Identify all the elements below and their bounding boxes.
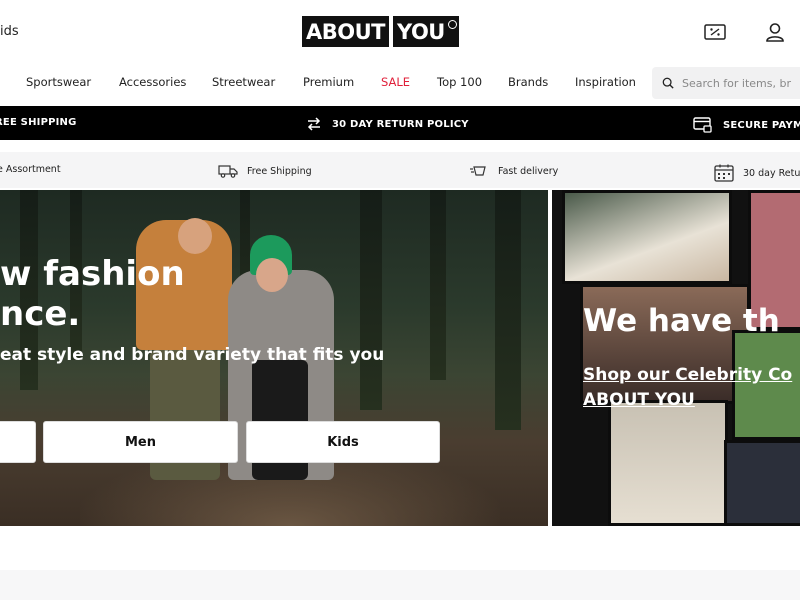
usp-bar: e Assortment Free Shipping Fast delivery… [0,152,800,188]
logo-about: ABOUT [302,16,389,47]
tree-trunk [430,190,446,380]
usp-assortment: e Assortment [0,164,61,175]
person-face [178,218,212,254]
user-icon[interactable] [761,18,789,46]
men-button[interactable]: Men [43,421,238,463]
hero-title: w fashion nce. [0,254,185,334]
celebrity-photo-tile [562,190,732,284]
site-header: ids ABOUT YOU [0,0,800,64]
search-input[interactable] [682,76,800,90]
hero-subtitle: eat style and brand variety that fits yo… [0,345,385,365]
nav-item-sale[interactable]: SALE [381,75,410,89]
tree-trunk [495,190,521,430]
celebrity-link[interactable]: Shop our Celebrity Co [583,365,792,385]
nav-item-accessories[interactable]: Accessories [119,75,186,89]
discount-icon[interactable] [701,18,729,46]
tree-trunk [360,190,382,410]
search-bar[interactable] [652,67,800,99]
next-section [0,570,800,600]
usp-fast-delivery: Fast delivery [469,164,558,178]
promo-secure-payment: SECURE PAYM [693,117,800,133]
celebrity-photo-tile [732,330,800,440]
secure-payment-icon [693,117,712,133]
delivery-truck-icon [218,165,238,178]
search-icon [662,77,674,89]
fast-delivery-icon [470,166,486,176]
promo-bar: FREE SHIPPING 30 DAY RETURN POLICY SECUR… [0,106,800,140]
promo-free-shipping: FREE SHIPPING [0,117,77,128]
celebrity-photo-tile [608,400,728,526]
nav-item-brands[interactable]: Brands [508,75,548,89]
usp-30-day-return: 30 day Retu [714,164,800,182]
gender-tab-kids[interactable]: ids [0,24,19,39]
nav-item-premium[interactable]: Premium [303,75,354,89]
person-face [256,258,288,292]
calendar-icon [714,164,734,182]
usp-free-shipping: Free Shipping [218,164,312,178]
nav-item-streetwear[interactable]: Streetwear [212,75,275,89]
celebrity-photo-tile [580,284,750,404]
celebrity-title: We have th [583,303,780,339]
return-arrows-icon [307,117,321,131]
celebrity-collage[interactable] [552,190,800,526]
promo-return-policy: 30 DAY RETURN POLICY [306,117,469,131]
women-button[interactable] [0,421,36,463]
about-you-logo[interactable]: ABOUT YOU [302,16,459,47]
celebrity-photo-tile [724,440,800,526]
nav-item-sportswear[interactable]: Sportswear [26,75,91,89]
kids-button[interactable]: Kids [246,421,440,463]
logo-you: YOU [393,16,459,47]
nav-item-top-100[interactable]: Top 100 [437,75,482,89]
celebrity-link-brand[interactable]: ABOUT YOU [583,390,695,410]
nav-item-inspiration[interactable]: Inspiration [575,75,636,89]
